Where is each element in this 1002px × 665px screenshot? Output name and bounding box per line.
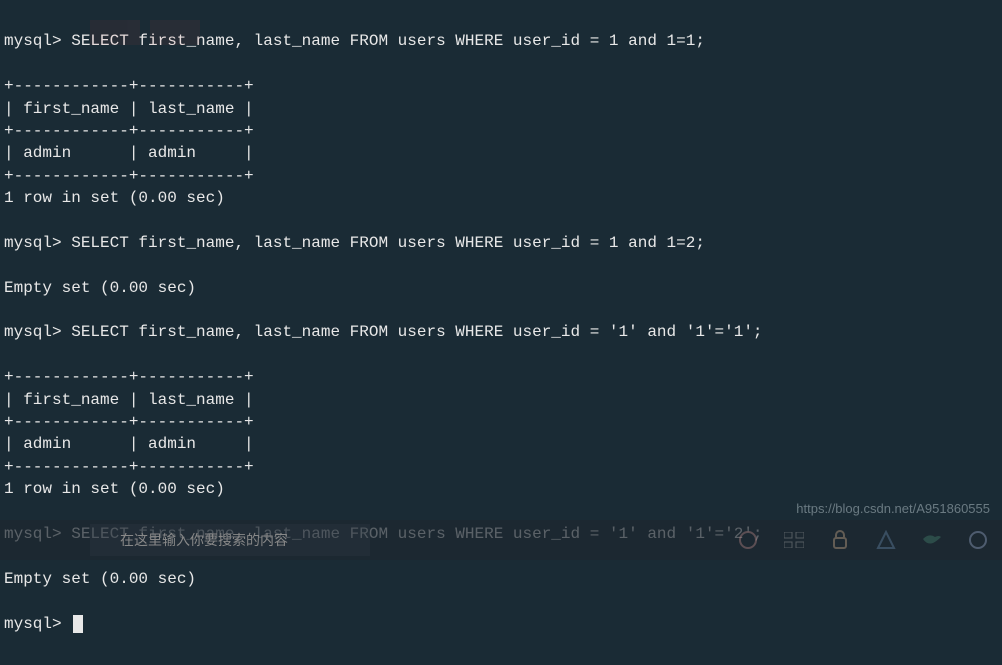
bird-icon[interactable]: [918, 526, 946, 554]
result-summary: 1 row in set (0.00 sec): [4, 189, 225, 207]
table-border-bottom: +------------+-----------+: [4, 458, 254, 476]
app-icon-2[interactable]: [964, 526, 992, 554]
result-summary: 1 row in set (0.00 sec): [4, 480, 225, 498]
table-header: | first_name | last_name |: [4, 391, 254, 409]
lock-icon[interactable]: [826, 526, 854, 554]
windows-taskbar[interactable]: 在这里输入你要搜索的内容: [0, 520, 1002, 560]
mysql-prompt: mysql>: [4, 234, 62, 252]
result-summary: Empty set (0.00 sec): [4, 570, 196, 588]
table-row: | admin | admin |: [4, 144, 254, 162]
table-border-top: +------------+-----------+: [4, 368, 254, 386]
table-border-mid: +------------+-----------+: [4, 122, 254, 140]
cortana-icon[interactable]: [734, 526, 762, 554]
watermark-text: https://blog.csdn.net/A951860555: [796, 501, 990, 516]
current-prompt-line: mysql>: [4, 613, 998, 635]
table-header: | first_name | last_name |: [4, 100, 254, 118]
sql-query: SELECT first_name, last_name FROM users …: [71, 323, 762, 341]
mysql-prompt: mysql>: [4, 323, 62, 341]
mysql-prompt: mysql>: [4, 615, 62, 633]
taskbar-icons: [734, 526, 992, 554]
query-line-2: mysql> SELECT first_name, last_name FROM…: [4, 232, 998, 254]
query-line-3: mysql> SELECT first_name, last_name FROM…: [4, 321, 998, 343]
table-border-mid: +------------+-----------+: [4, 413, 254, 431]
task-view-icon[interactable]: [780, 526, 808, 554]
cursor: [73, 615, 83, 633]
search-input[interactable]: 在这里输入你要搜索的内容: [90, 524, 370, 556]
app-icon-1[interactable]: [872, 526, 900, 554]
sql-query: SELECT first_name, last_name FROM users …: [71, 234, 705, 252]
faded-background: [90, 20, 290, 50]
result-summary: Empty set (0.00 sec): [4, 279, 196, 297]
table-border-bottom: +------------+-----------+: [4, 167, 254, 185]
terminal-output[interactable]: mysql> SELECT first_name, last_name FROM…: [0, 0, 1002, 665]
table-border-top: +------------+-----------+: [4, 77, 254, 95]
search-placeholder: 在这里输入你要搜索的内容: [120, 530, 288, 550]
table-row: | admin | admin |: [4, 435, 254, 453]
mysql-prompt: mysql>: [4, 32, 62, 50]
